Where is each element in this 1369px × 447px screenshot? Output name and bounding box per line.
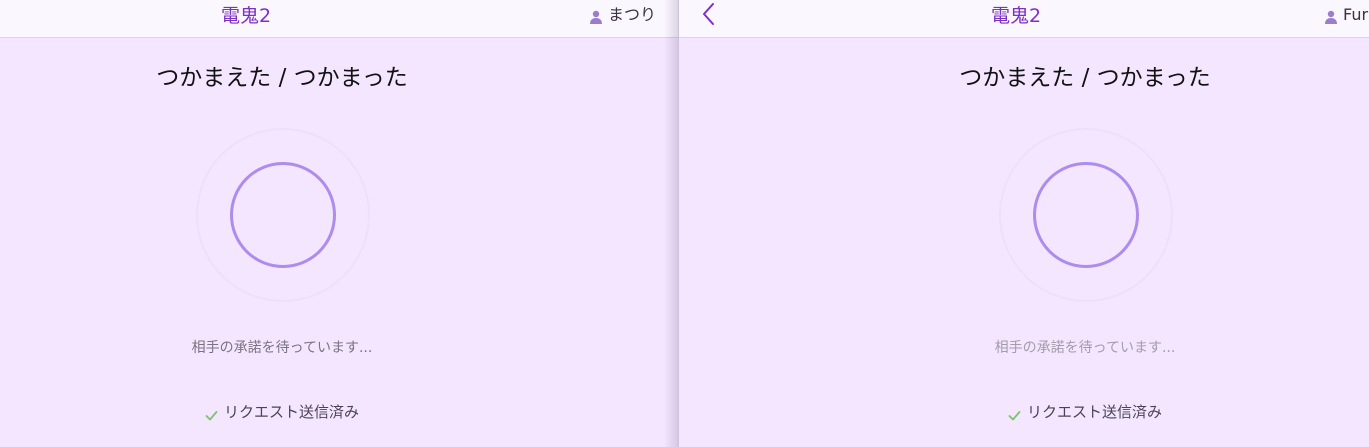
spinner-inner-ring — [1033, 162, 1139, 268]
status-text: リクエスト送信済み — [223, 403, 360, 421]
waiting-spinner — [999, 128, 1173, 302]
left-window: 電鬼2 まつり つかまえた / つかまった 相手の承諾を待っています... リク… — [0, 0, 678, 447]
check-icon — [205, 406, 218, 420]
chevron-left-icon — [703, 3, 714, 25]
person-icon — [589, 8, 603, 24]
waiting-message: 相手の承諾を待っています... — [191, 340, 373, 356]
top-bar: 電鬼2 まつり — [0, 0, 678, 38]
status-text: リクエスト送信済み — [1026, 403, 1163, 421]
waiting-spinner — [196, 128, 370, 302]
right-window: 電鬼2 Fur つかまえた / つかまった 相手の承諾を待っています... リク… — [678, 0, 1369, 447]
page-title: つかまえた / つかまった — [959, 65, 1211, 91]
app-title: 電鬼2 — [220, 5, 272, 27]
request-status: リクエスト送信済み — [205, 401, 359, 423]
person-icon — [1324, 8, 1338, 24]
username: まつり — [608, 5, 657, 24]
check-icon — [1008, 406, 1021, 420]
page-title: つかまえた / つかまった — [156, 65, 408, 91]
top-bar: 電鬼2 Fur — [679, 0, 1369, 38]
user-menu[interactable]: Fur — [1324, 4, 1368, 26]
app-title: 電鬼2 — [990, 5, 1042, 27]
username: Fur — [1343, 5, 1369, 24]
back-button[interactable] — [698, 1, 720, 27]
waiting-message: 相手の承諾を待っています... — [994, 340, 1176, 356]
spinner-inner-ring — [230, 162, 336, 268]
request-status: リクエスト送信済み — [1008, 401, 1162, 423]
user-menu[interactable]: まつり — [589, 4, 656, 26]
